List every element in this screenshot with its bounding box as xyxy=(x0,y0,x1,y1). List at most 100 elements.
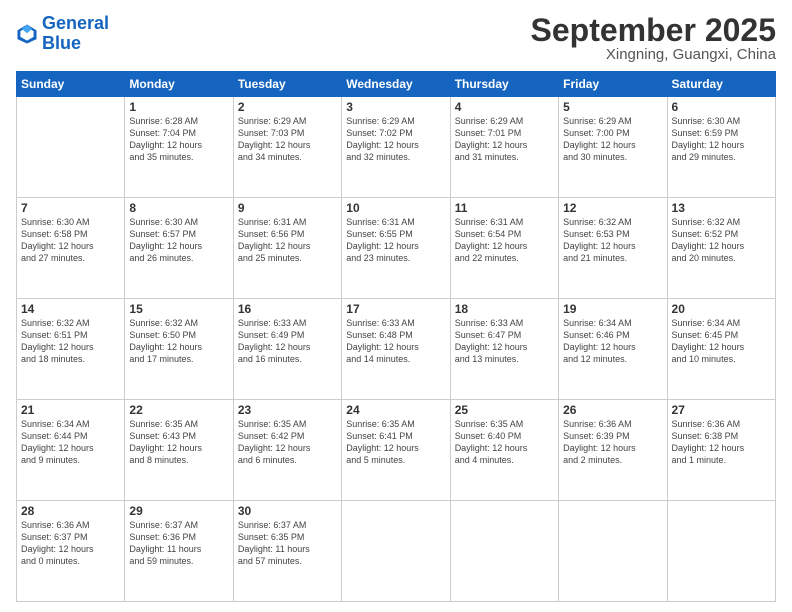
day-info: Sunrise: 6:30 AM Sunset: 6:57 PM Dayligh… xyxy=(129,216,228,265)
calendar-cell-w3-d5: 19Sunrise: 6:34 AM Sunset: 6:46 PM Dayli… xyxy=(559,299,667,400)
calendar-cell-w2-d0: 7Sunrise: 6:30 AM Sunset: 6:58 PM Daylig… xyxy=(17,198,125,299)
calendar-cell-w1-d0 xyxy=(17,97,125,198)
day-info: Sunrise: 6:35 AM Sunset: 6:42 PM Dayligh… xyxy=(238,418,337,467)
day-info: Sunrise: 6:35 AM Sunset: 6:43 PM Dayligh… xyxy=(129,418,228,467)
header-tuesday: Tuesday xyxy=(233,72,341,97)
calendar-table: Sunday Monday Tuesday Wednesday Thursday… xyxy=(16,71,776,602)
weekday-header-row: Sunday Monday Tuesday Wednesday Thursday… xyxy=(17,72,776,97)
logo-line2: Blue xyxy=(42,33,81,53)
week-row-1: 1Sunrise: 6:28 AM Sunset: 7:04 PM Daylig… xyxy=(17,97,776,198)
calendar-cell-w1-d2: 2Sunrise: 6:29 AM Sunset: 7:03 PM Daylig… xyxy=(233,97,341,198)
day-number: 3 xyxy=(346,100,445,114)
calendar-cell-w1-d3: 3Sunrise: 6:29 AM Sunset: 7:02 PM Daylig… xyxy=(342,97,450,198)
day-number: 18 xyxy=(455,302,554,316)
day-number: 23 xyxy=(238,403,337,417)
calendar-cell-w4-d0: 21Sunrise: 6:34 AM Sunset: 6:44 PM Dayli… xyxy=(17,400,125,501)
day-number: 27 xyxy=(672,403,771,417)
day-number: 6 xyxy=(672,100,771,114)
day-number: 15 xyxy=(129,302,228,316)
calendar-cell-w5-d6 xyxy=(667,501,775,602)
calendar-cell-w4-d1: 22Sunrise: 6:35 AM Sunset: 6:43 PM Dayli… xyxy=(125,400,233,501)
day-number: 8 xyxy=(129,201,228,215)
day-number: 26 xyxy=(563,403,662,417)
calendar-cell-w2-d4: 11Sunrise: 6:31 AM Sunset: 6:54 PM Dayli… xyxy=(450,198,558,299)
day-info: Sunrise: 6:33 AM Sunset: 6:49 PM Dayligh… xyxy=(238,317,337,366)
day-info: Sunrise: 6:35 AM Sunset: 6:40 PM Dayligh… xyxy=(455,418,554,467)
day-number: 17 xyxy=(346,302,445,316)
day-info: Sunrise: 6:33 AM Sunset: 6:47 PM Dayligh… xyxy=(455,317,554,366)
calendar-cell-w3-d3: 17Sunrise: 6:33 AM Sunset: 6:48 PM Dayli… xyxy=(342,299,450,400)
calendar-cell-w3-d6: 20Sunrise: 6:34 AM Sunset: 6:45 PM Dayli… xyxy=(667,299,775,400)
header-monday: Monday xyxy=(125,72,233,97)
day-info: Sunrise: 6:29 AM Sunset: 7:02 PM Dayligh… xyxy=(346,115,445,164)
calendar-cell-w4-d6: 27Sunrise: 6:36 AM Sunset: 6:38 PM Dayli… xyxy=(667,400,775,501)
day-info: Sunrise: 6:33 AM Sunset: 6:48 PM Dayligh… xyxy=(346,317,445,366)
week-row-3: 14Sunrise: 6:32 AM Sunset: 6:51 PM Dayli… xyxy=(17,299,776,400)
day-info: Sunrise: 6:34 AM Sunset: 6:44 PM Dayligh… xyxy=(21,418,120,467)
calendar-cell-w2-d5: 12Sunrise: 6:32 AM Sunset: 6:53 PM Dayli… xyxy=(559,198,667,299)
page: General Blue September 2025 Xingning, Gu… xyxy=(0,0,792,612)
day-number: 20 xyxy=(672,302,771,316)
calendar-cell-w1-d4: 4Sunrise: 6:29 AM Sunset: 7:01 PM Daylig… xyxy=(450,97,558,198)
day-info: Sunrise: 6:31 AM Sunset: 6:54 PM Dayligh… xyxy=(455,216,554,265)
header-wednesday: Wednesday xyxy=(342,72,450,97)
day-info: Sunrise: 6:32 AM Sunset: 6:50 PM Dayligh… xyxy=(129,317,228,366)
calendar-cell-w4-d2: 23Sunrise: 6:35 AM Sunset: 6:42 PM Dayli… xyxy=(233,400,341,501)
day-info: Sunrise: 6:36 AM Sunset: 6:38 PM Dayligh… xyxy=(672,418,771,467)
day-info: Sunrise: 6:31 AM Sunset: 6:56 PM Dayligh… xyxy=(238,216,337,265)
logo: General Blue xyxy=(16,14,109,54)
day-number: 28 xyxy=(21,504,120,518)
calendar-cell-w3-d0: 14Sunrise: 6:32 AM Sunset: 6:51 PM Dayli… xyxy=(17,299,125,400)
calendar-cell-w5-d5 xyxy=(559,501,667,602)
day-info: Sunrise: 6:32 AM Sunset: 6:53 PM Dayligh… xyxy=(563,216,662,265)
calendar-cell-w3-d1: 15Sunrise: 6:32 AM Sunset: 6:50 PM Dayli… xyxy=(125,299,233,400)
day-info: Sunrise: 6:37 AM Sunset: 6:36 PM Dayligh… xyxy=(129,519,228,568)
day-number: 12 xyxy=(563,201,662,215)
calendar-cell-w5-d4 xyxy=(450,501,558,602)
week-row-2: 7Sunrise: 6:30 AM Sunset: 6:58 PM Daylig… xyxy=(17,198,776,299)
day-number: 21 xyxy=(21,403,120,417)
calendar-cell-w2-d2: 9Sunrise: 6:31 AM Sunset: 6:56 PM Daylig… xyxy=(233,198,341,299)
day-info: Sunrise: 6:29 AM Sunset: 7:01 PM Dayligh… xyxy=(455,115,554,164)
logo-text: General Blue xyxy=(42,14,109,54)
day-number: 10 xyxy=(346,201,445,215)
day-number: 14 xyxy=(21,302,120,316)
day-number: 4 xyxy=(455,100,554,114)
calendar-cell-w1-d1: 1Sunrise: 6:28 AM Sunset: 7:04 PM Daylig… xyxy=(125,97,233,198)
calendar-cell-w2-d1: 8Sunrise: 6:30 AM Sunset: 6:57 PM Daylig… xyxy=(125,198,233,299)
day-number: 13 xyxy=(672,201,771,215)
day-number: 29 xyxy=(129,504,228,518)
calendar-cell-w5-d3 xyxy=(342,501,450,602)
calendar-cell-w3-d4: 18Sunrise: 6:33 AM Sunset: 6:47 PM Dayli… xyxy=(450,299,558,400)
day-number: 5 xyxy=(563,100,662,114)
day-number: 1 xyxy=(129,100,228,114)
day-info: Sunrise: 6:32 AM Sunset: 6:52 PM Dayligh… xyxy=(672,216,771,265)
calendar-cell-w5-d1: 29Sunrise: 6:37 AM Sunset: 6:36 PM Dayli… xyxy=(125,501,233,602)
calendar-cell-w1-d6: 6Sunrise: 6:30 AM Sunset: 6:59 PM Daylig… xyxy=(667,97,775,198)
day-info: Sunrise: 6:31 AM Sunset: 6:55 PM Dayligh… xyxy=(346,216,445,265)
day-info: Sunrise: 6:28 AM Sunset: 7:04 PM Dayligh… xyxy=(129,115,228,164)
location-subtitle: Xingning, Guangxi, China xyxy=(531,46,776,63)
calendar-cell-w2-d3: 10Sunrise: 6:31 AM Sunset: 6:55 PM Dayli… xyxy=(342,198,450,299)
day-number: 9 xyxy=(238,201,337,215)
month-title: September 2025 xyxy=(531,14,776,46)
day-info: Sunrise: 6:36 AM Sunset: 6:37 PM Dayligh… xyxy=(21,519,120,568)
day-info: Sunrise: 6:34 AM Sunset: 6:46 PM Dayligh… xyxy=(563,317,662,366)
logo-icon xyxy=(16,23,38,45)
header-saturday: Saturday xyxy=(667,72,775,97)
calendar-cell-w3-d2: 16Sunrise: 6:33 AM Sunset: 6:49 PM Dayli… xyxy=(233,299,341,400)
day-info: Sunrise: 6:37 AM Sunset: 6:35 PM Dayligh… xyxy=(238,519,337,568)
day-info: Sunrise: 6:34 AM Sunset: 6:45 PM Dayligh… xyxy=(672,317,771,366)
calendar-cell-w4-d5: 26Sunrise: 6:36 AM Sunset: 6:39 PM Dayli… xyxy=(559,400,667,501)
day-number: 22 xyxy=(129,403,228,417)
day-number: 24 xyxy=(346,403,445,417)
header-sunday: Sunday xyxy=(17,72,125,97)
day-number: 30 xyxy=(238,504,337,518)
header-friday: Friday xyxy=(559,72,667,97)
day-number: 11 xyxy=(455,201,554,215)
day-info: Sunrise: 6:32 AM Sunset: 6:51 PM Dayligh… xyxy=(21,317,120,366)
day-info: Sunrise: 6:30 AM Sunset: 6:59 PM Dayligh… xyxy=(672,115,771,164)
calendar-cell-w5-d2: 30Sunrise: 6:37 AM Sunset: 6:35 PM Dayli… xyxy=(233,501,341,602)
header: General Blue September 2025 Xingning, Gu… xyxy=(16,14,776,63)
header-thursday: Thursday xyxy=(450,72,558,97)
